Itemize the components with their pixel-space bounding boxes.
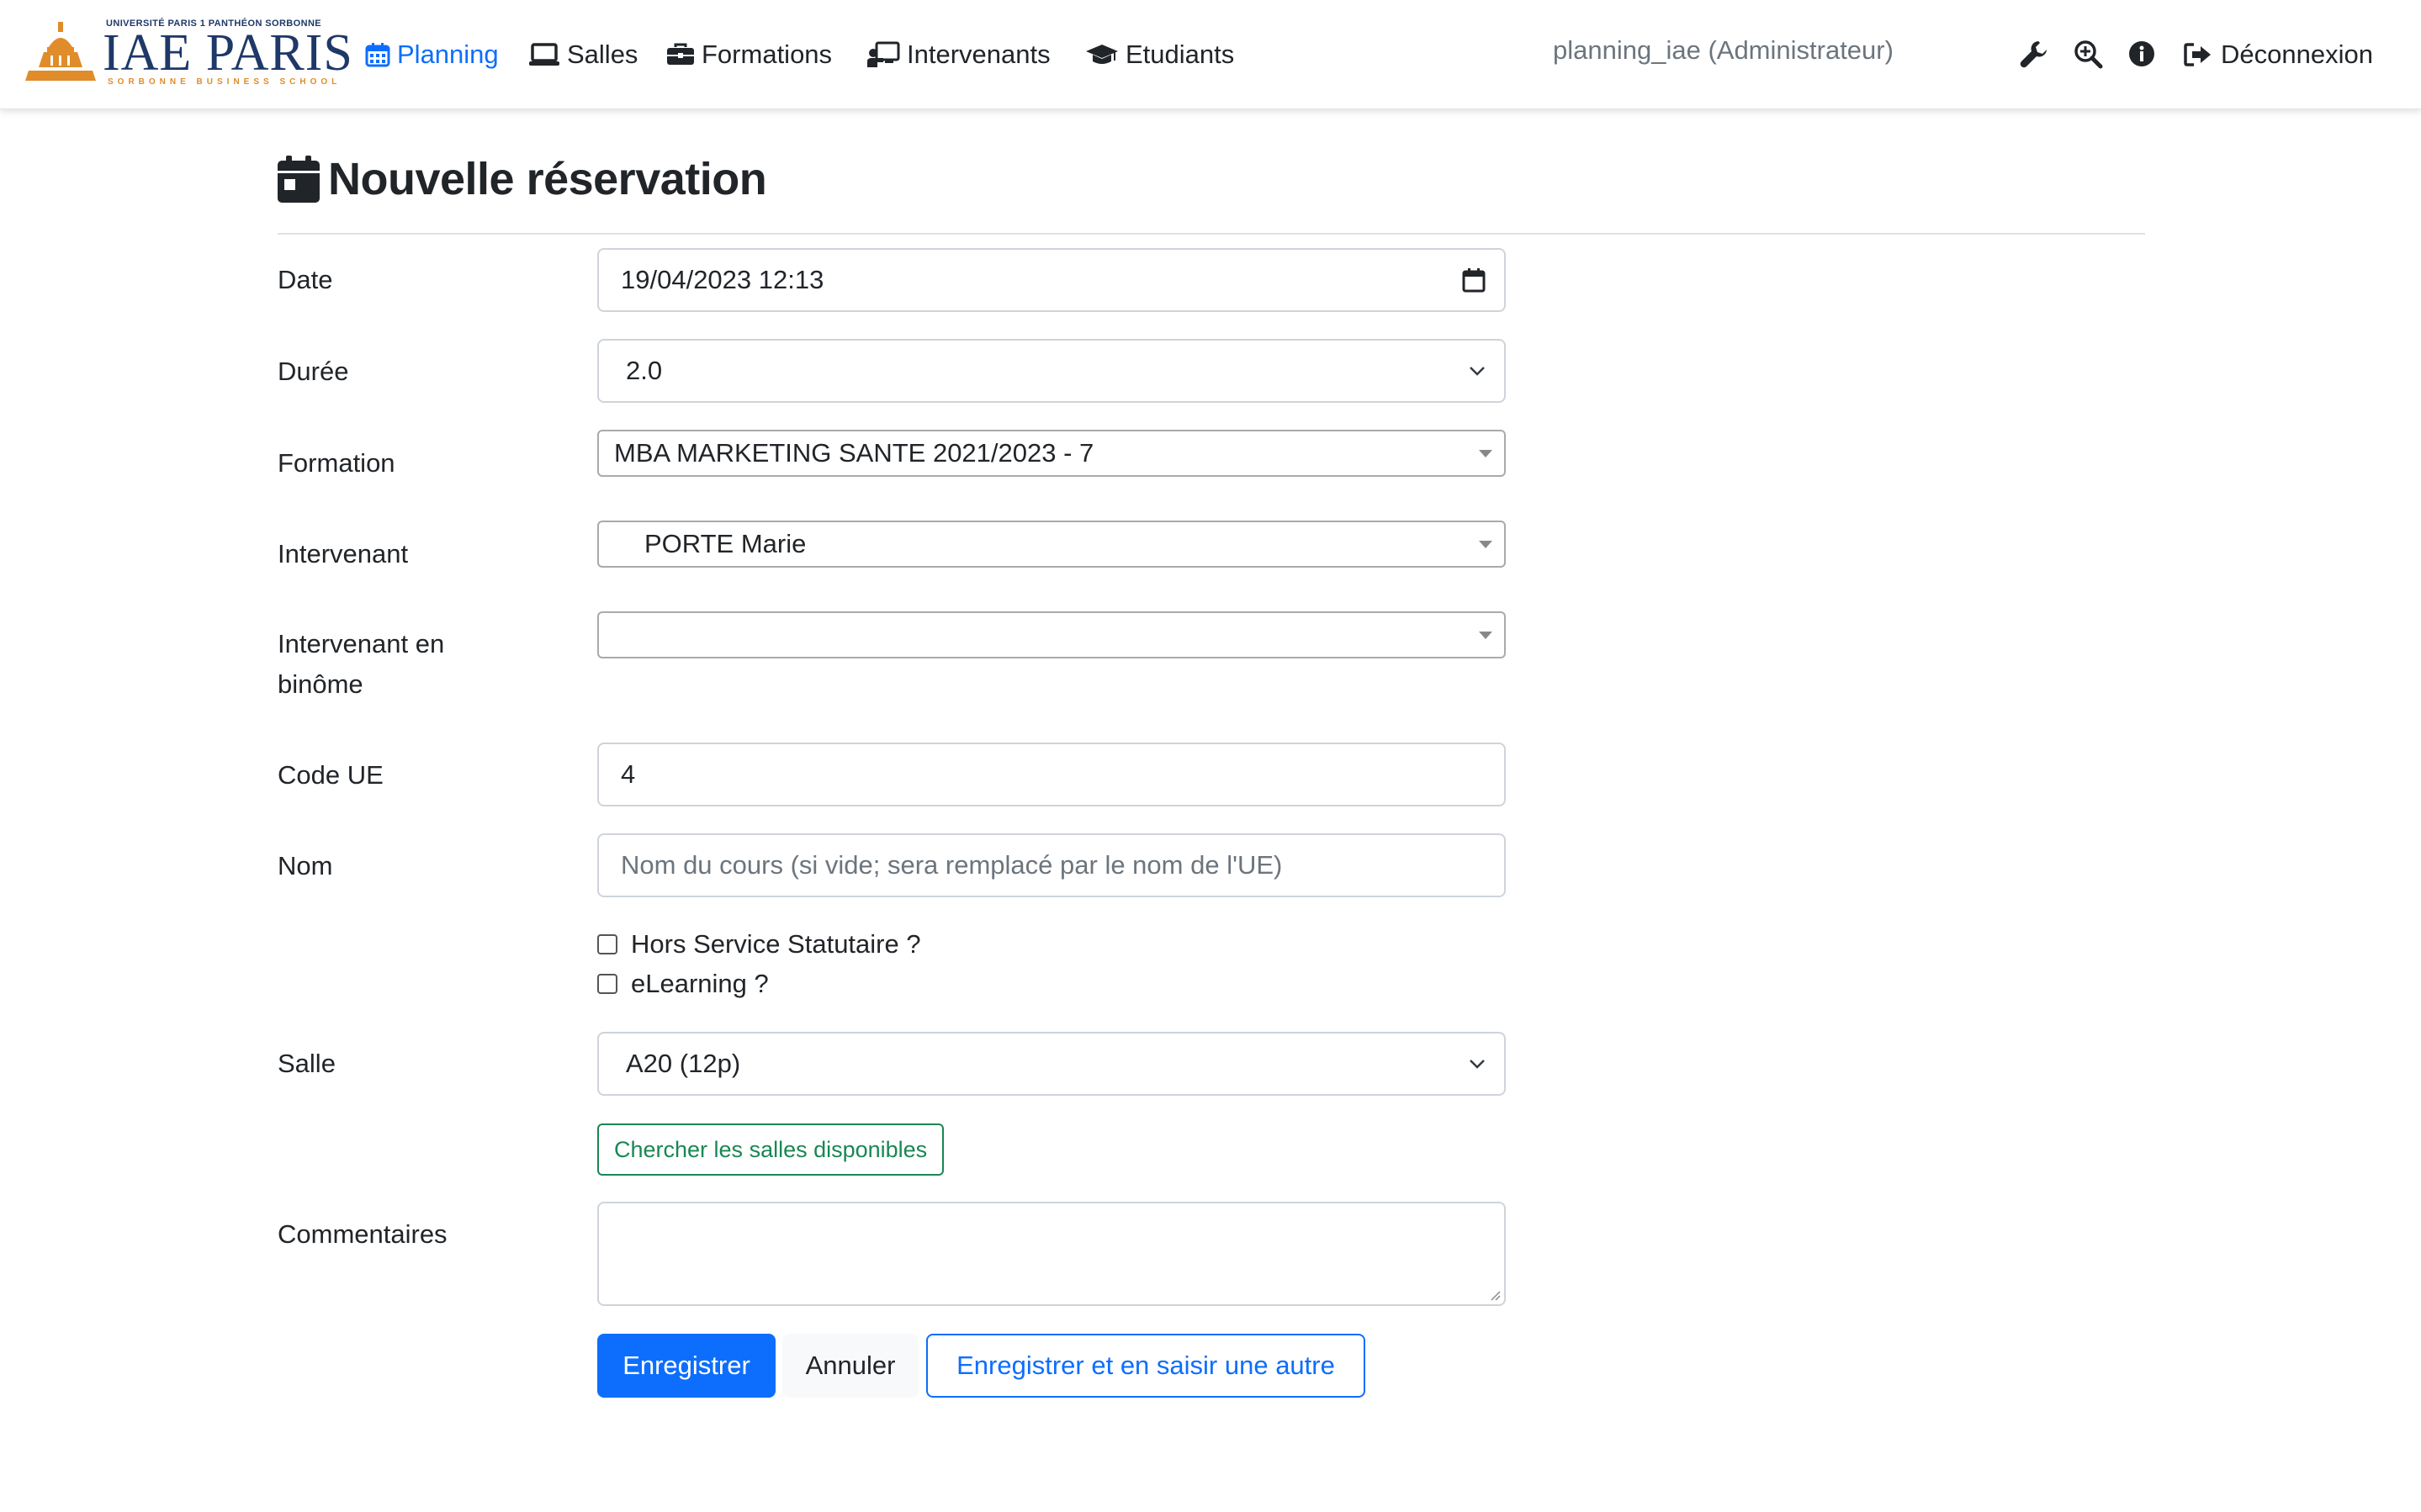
- nav-salles[interactable]: Salles: [528, 34, 638, 76]
- elearning-label: eLearning ?: [631, 969, 769, 998]
- nav-etudiants-label: Etudiants: [1126, 40, 1235, 69]
- resize-grip-icon[interactable]: [1489, 1289, 1501, 1301]
- duree-select[interactable]: 2.0: [597, 339, 1506, 403]
- binome-select[interactable]: [597, 611, 1506, 658]
- hors-service-row[interactable]: Hors Service Statutaire ?: [597, 926, 921, 963]
- sign-out-icon: [2184, 43, 2211, 66]
- chevron-down-icon: [1470, 367, 1485, 376]
- duree-label: Durée: [278, 357, 349, 386]
- wrench-icon[interactable]: [2019, 39, 2049, 69]
- nom-label: Nom: [278, 851, 333, 880]
- formation-select[interactable]: MBA MARKETING SANTE 2021/2023 - 7: [597, 430, 1506, 477]
- hors-service-checkbox[interactable]: [597, 934, 617, 954]
- elearning-row[interactable]: eLearning ?: [597, 965, 769, 1002]
- intervenant-value: PORTE Marie: [644, 529, 807, 558]
- salle-label: Salle: [278, 1049, 336, 1078]
- nav-formations[interactable]: Formations: [666, 34, 832, 76]
- code-ue-input[interactable]: 4: [597, 743, 1506, 806]
- binome-label-line2: binôme: [278, 669, 363, 699]
- nav-salles-label: Salles: [567, 40, 638, 69]
- header-divider: [278, 233, 2145, 235]
- nav-intervenants[interactable]: Intervenants: [866, 34, 1051, 76]
- code-ue-label: Code UE: [278, 760, 384, 790]
- nav-planning[interactable]: Planning: [365, 34, 499, 76]
- laptop-icon: [529, 43, 559, 66]
- current-user: planning_iae (Administrateur): [1553, 35, 1894, 65]
- nav-formations-label: Formations: [702, 40, 833, 69]
- calendar-picker-icon[interactable]: [1462, 267, 1486, 293]
- info-icon[interactable]: [2127, 39, 2157, 69]
- nav-etudiants[interactable]: Etudiants: [1085, 34, 1234, 76]
- formation-value: MBA MARKETING SANTE 2021/2023 - 7: [614, 438, 1094, 468]
- dropdown-arrow-icon: [1479, 632, 1492, 639]
- dropdown-arrow-icon: [1479, 450, 1492, 457]
- date-value: 19/04/2023 12:13: [621, 265, 824, 294]
- duree-value: 2.0: [626, 356, 663, 385]
- pantheon-dome-icon: [25, 22, 96, 81]
- search-available-rooms-button[interactable]: Chercher les salles disponibles: [597, 1123, 945, 1176]
- page-title: Nouvelle réservation: [328, 154, 767, 204]
- chevron-down-icon: [1470, 1060, 1485, 1069]
- calendar-icon: [278, 156, 320, 203]
- date-label: Date: [278, 265, 333, 294]
- commentaires-label: Commentaires: [278, 1219, 448, 1249]
- nav-planning-label: Planning: [397, 40, 499, 69]
- salle-select[interactable]: A20 (12p): [597, 1032, 1506, 1096]
- graduation-cap-icon: [1086, 45, 1118, 64]
- logo-school-line: SORBONNE BUSINESS SCHOOL: [108, 77, 342, 87]
- iae-paris-logo[interactable]: UNIVERSITÉ PARIS 1 PANTHÉON SORBONNE IAE…: [25, 19, 352, 87]
- formation-label: Formation: [278, 448, 395, 478]
- top-navbar: UNIVERSITÉ PARIS 1 PANTHÉON SORBONNE IAE…: [0, 0, 2421, 109]
- commentaires-textarea[interactable]: [597, 1202, 1506, 1306]
- dropdown-arrow-icon: [1479, 541, 1492, 548]
- nom-placeholder: Nom du cours (si vide; sera remplacé par…: [621, 850, 1283, 880]
- save-button[interactable]: Enregistrer: [597, 1334, 776, 1398]
- intervenant-select[interactable]: PORTE Marie: [597, 521, 1506, 568]
- calendar-grid-icon: [365, 43, 390, 67]
- briefcase-icon: [667, 43, 694, 65]
- logout-label: Déconnexion: [2221, 40, 2373, 69]
- code-ue-value: 4: [621, 759, 636, 789]
- save-and-new-button[interactable]: Enregistrer et en saisir une autre: [926, 1334, 1365, 1398]
- teacher-icon: [867, 41, 900, 67]
- zoom-in-icon[interactable]: [2073, 39, 2103, 69]
- page-header: Nouvelle réservation: [278, 150, 767, 209]
- date-input[interactable]: 19/04/2023 12:13: [597, 248, 1506, 312]
- binome-label-line1: Intervenant en: [278, 629, 445, 658]
- logo-name: IAE PARIS: [103, 24, 353, 82]
- hors-service-label: Hors Service Statutaire ?: [631, 929, 921, 959]
- intervenant-label: Intervenant: [278, 539, 409, 568]
- nav-intervenants-label: Intervenants: [907, 40, 1051, 69]
- cancel-button[interactable]: Annuler: [782, 1334, 919, 1398]
- nom-input[interactable]: Nom du cours (si vide; sera remplacé par…: [597, 833, 1506, 897]
- elearning-checkbox[interactable]: [597, 974, 617, 994]
- logout-button[interactable]: Déconnexion: [2184, 34, 2373, 76]
- salle-value: A20 (12p): [626, 1049, 741, 1078]
